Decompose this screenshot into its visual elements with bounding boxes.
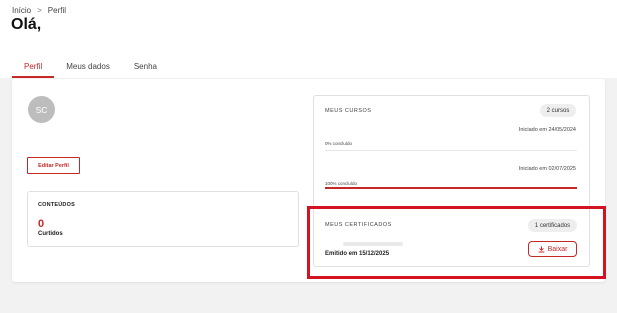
liked-count: 0: [38, 218, 45, 230]
breadcrumb-home[interactable]: Início: [12, 6, 31, 15]
course-1-progress-bar: [325, 150, 577, 151]
course-2-progress-label: 100% concluído: [325, 181, 358, 186]
tab-perfil[interactable]: Perfil: [12, 62, 55, 78]
certificate-name-redacted: [343, 242, 403, 246]
profile-tabs: Perfil Meus dados Senha: [12, 62, 169, 78]
content-stats-label: CONTEÚDOS: [38, 202, 75, 208]
certificates-title: MEUS CERTIFICADOS: [325, 222, 392, 228]
course-1-progress-label: 0% concluído: [325, 141, 353, 146]
breadcrumb-current: Perfil: [47, 6, 67, 15]
course-2-start-date: Iniciado em 02/07/2025: [518, 166, 576, 172]
download-certificate-button[interactable]: Baixar: [528, 241, 577, 257]
course-2-progress-bar: [325, 186, 577, 189]
user-name-redacted: [62, 16, 174, 38]
course-2-progress-fill: [325, 186, 577, 189]
course-1-start-date: Iniciado em 24/05/2024: [518, 127, 576, 133]
certificate-issued-date: Emitido em 15/12/2025: [325, 251, 390, 257]
courses-title: MEUS CURSOS: [325, 108, 372, 114]
certificates-count-badge: 1 certificados: [528, 219, 577, 232]
tab-meus-dados[interactable]: Meus dados: [54, 62, 122, 78]
page-title: Olá,: [11, 16, 42, 33]
breadcrumb: Início > Perfil: [12, 6, 66, 15]
liked-label: Curtidos: [38, 231, 63, 237]
courses-count-badge: 2 cursos: [540, 104, 576, 117]
avatar: SC: [28, 96, 55, 123]
download-icon: [538, 245, 545, 253]
breadcrumb-separator: >: [37, 6, 42, 15]
edit-profile-button[interactable]: Editar Perfil: [27, 157, 80, 174]
download-label: Baixar: [547, 245, 568, 253]
tab-senha[interactable]: Senha: [122, 62, 169, 78]
content-stats-card: CONTEÚDOS 0 Curtidos: [27, 191, 299, 247]
